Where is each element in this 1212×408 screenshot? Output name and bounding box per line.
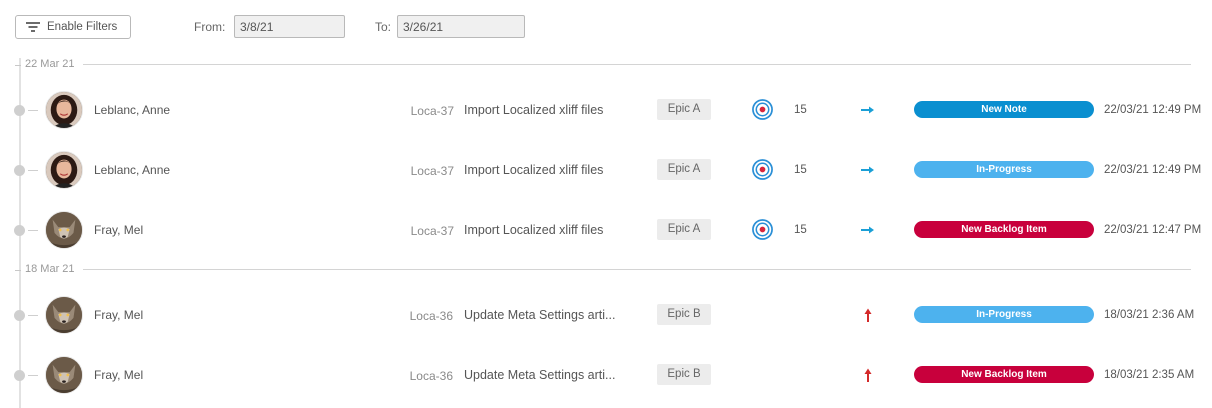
user-name: Fray, Mel <box>94 368 144 382</box>
timeline-connector <box>28 315 38 316</box>
arrow-right-icon <box>859 222 875 238</box>
timeline-node <box>14 165 25 176</box>
group-dash <box>15 65 21 66</box>
avatar <box>45 91 83 129</box>
target-icon <box>752 159 773 180</box>
issue-summary[interactable]: Import Localized xliff files <box>464 223 603 237</box>
story-points: 15 <box>794 104 807 116</box>
target-icon <box>752 99 773 120</box>
activity-row[interactable]: Leblanc, Anne Loca-37 Import Localized x… <box>0 148 1212 192</box>
status-badge: New Backlog Item <box>914 221 1094 238</box>
epic-badge: Epic A <box>657 159 711 180</box>
epic-badge: Epic B <box>657 364 711 385</box>
group-dash <box>15 270 21 271</box>
avatar <box>45 356 83 394</box>
timestamp: 22/03/21 12:49 PM <box>1104 164 1202 176</box>
epic-badge: Epic A <box>657 99 711 120</box>
filter-icon <box>26 22 40 32</box>
timeline-connector <box>28 170 38 171</box>
timeline-connector <box>28 375 38 376</box>
from-label: From: <box>194 20 226 34</box>
timeline-node <box>14 310 25 321</box>
timestamp: 18/03/21 2:36 AM <box>1104 309 1195 321</box>
group-divider <box>83 269 1191 270</box>
issue-key[interactable]: Loca-37 <box>394 224 454 238</box>
status-badge: New Backlog Item <box>914 366 1094 383</box>
group-divider <box>83 64 1191 65</box>
arrow-up-icon <box>860 367 876 383</box>
user-name: Fray, Mel <box>94 223 144 237</box>
user-name: Leblanc, Anne <box>94 163 171 177</box>
status-badge: New Note <box>914 101 1094 118</box>
target-icon <box>752 219 773 240</box>
status-badge: In-Progress <box>914 306 1094 323</box>
arrow-up-icon <box>860 307 876 323</box>
activity-row[interactable]: Fray, Mel Loca-37 Import Localized xliff… <box>0 208 1212 252</box>
timestamp: 22/03/21 12:49 PM <box>1104 104 1202 116</box>
arrow-right-icon <box>859 102 875 118</box>
group-date-label: 18 Mar 21 <box>25 263 75 275</box>
issue-key[interactable]: Loca-37 <box>394 104 454 118</box>
issue-summary[interactable]: Update Meta Settings arti... <box>464 308 615 322</box>
from-date-input[interactable] <box>234 15 345 38</box>
issue-key[interactable]: Loca-37 <box>394 164 454 178</box>
avatar <box>45 296 83 334</box>
timestamp: 22/03/21 12:47 PM <box>1104 224 1202 236</box>
activity-row[interactable]: Leblanc, Anne Loca-37 Import Localized x… <box>0 88 1212 132</box>
issue-key[interactable]: Loca-36 <box>393 369 453 383</box>
timestamp: 18/03/21 2:35 AM <box>1104 369 1195 381</box>
avatar <box>45 211 83 249</box>
date-group-header: 22 Mar 21 <box>0 58 1212 72</box>
issue-summary[interactable]: Import Localized xliff files <box>464 163 603 177</box>
issue-summary[interactable]: Update Meta Settings arti... <box>464 368 615 382</box>
to-date-input[interactable] <box>397 15 525 38</box>
user-name: Leblanc, Anne <box>94 103 171 117</box>
filter-toolbar: Enable Filters From: To: <box>0 0 1212 50</box>
epic-badge: Epic A <box>657 219 711 240</box>
user-name: Fray, Mel <box>94 308 144 322</box>
timeline-connector <box>28 110 38 111</box>
activity-row[interactable]: Fray, Mel Loca-36 Update Meta Settings a… <box>0 353 1212 397</box>
status-badge: In-Progress <box>914 161 1094 178</box>
timeline-node <box>14 105 25 116</box>
date-group-header: 18 Mar 21 <box>0 263 1212 277</box>
arrow-right-icon <box>859 162 875 178</box>
story-points: 15 <box>794 224 807 236</box>
timeline-node <box>14 225 25 236</box>
avatar <box>45 151 83 189</box>
epic-badge: Epic B <box>657 304 711 325</box>
story-points: 15 <box>794 164 807 176</box>
enable-filters-label: Enable Filters <box>47 21 118 33</box>
issue-key[interactable]: Loca-36 <box>393 309 453 323</box>
timeline-connector <box>28 230 38 231</box>
enable-filters-button[interactable]: Enable Filters <box>15 15 131 39</box>
to-label: To: <box>375 20 392 34</box>
group-date-label: 22 Mar 21 <box>25 58 75 70</box>
timeline-node <box>14 370 25 381</box>
issue-summary[interactable]: Import Localized xliff files <box>464 103 603 117</box>
activity-row[interactable]: Fray, Mel Loca-36 Update Meta Settings a… <box>0 293 1212 337</box>
